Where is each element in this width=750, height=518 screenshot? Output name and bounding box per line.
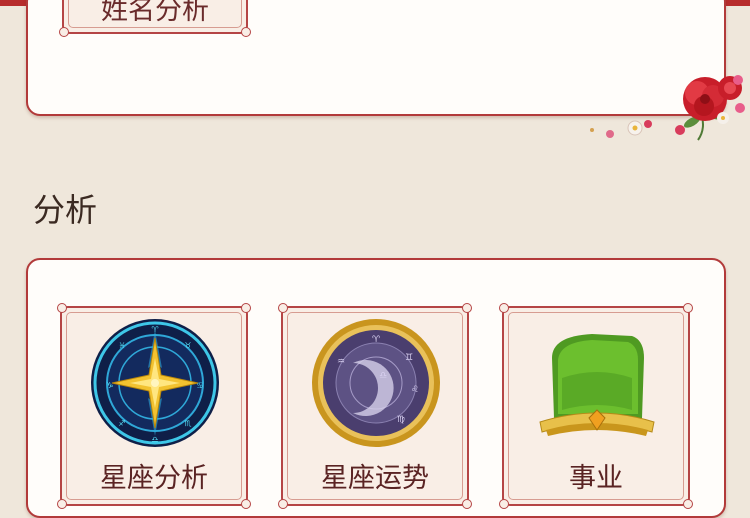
corner-ornament	[241, 303, 251, 313]
svg-text:♉: ♉	[184, 341, 191, 350]
corner-ornament	[59, 27, 69, 37]
corner-ornament	[499, 303, 509, 313]
svg-text:♏: ♏	[184, 419, 192, 428]
corner-ornament	[278, 303, 288, 313]
svg-text:♑: ♑	[106, 381, 113, 390]
svg-text:♈: ♈	[372, 335, 381, 345]
official-hat-icon	[539, 334, 655, 436]
corner-ornament	[499, 499, 509, 509]
svg-text:♎: ♎	[151, 435, 158, 444]
corner-ornament	[462, 303, 472, 313]
corner-ornament	[241, 499, 251, 509]
zodiac-compass-icon: ♈ ♋ ♎ ♑ ♉ ♓ ♏ ♐	[91, 319, 219, 447]
section-title: 分析	[33, 191, 98, 229]
corner-ornament	[57, 303, 67, 313]
svg-text:♎: ♎	[379, 371, 387, 381]
name-analysis-button[interactable]: 姓名分析	[59, 0, 251, 37]
corner-ornament	[683, 303, 693, 313]
corner-ornament	[57, 499, 67, 509]
zodiac-fortune-dial-icon: ♈ ♊ ♌ ♍ ♒ ♎	[312, 319, 440, 447]
svg-text:♍: ♍	[397, 415, 405, 425]
corner-ornament	[683, 499, 693, 509]
peony-flower-decoration	[590, 75, 745, 141]
svg-text:♊: ♊	[405, 353, 413, 363]
svg-text:♓: ♓	[118, 341, 125, 350]
zodiac-analysis-label: 星座分析	[100, 463, 208, 494]
corner-ornament	[278, 499, 288, 509]
svg-text:♒: ♒	[337, 357, 345, 367]
corner-ornament	[462, 499, 472, 509]
svg-text:♐: ♐	[118, 419, 125, 428]
svg-text:♌: ♌	[411, 385, 419, 395]
zodiac-analysis-button[interactable]: ♈ ♋ ♎ ♑ ♉ ♓ ♏ ♐ 星座分析	[57, 303, 251, 509]
career-label: 事业	[569, 463, 623, 494]
corner-ornament	[241, 27, 251, 37]
name-analysis-label: 姓名分析	[101, 0, 209, 26]
svg-text:♈: ♈	[151, 325, 158, 334]
svg-text:♋: ♋	[196, 381, 203, 390]
career-button[interactable]: 事业	[499, 303, 693, 509]
zodiac-fortune-button[interactable]: ♈ ♊ ♌ ♍ ♒ ♎ 星座运势	[278, 303, 472, 509]
zodiac-fortune-label: 星座运势	[321, 463, 429, 494]
